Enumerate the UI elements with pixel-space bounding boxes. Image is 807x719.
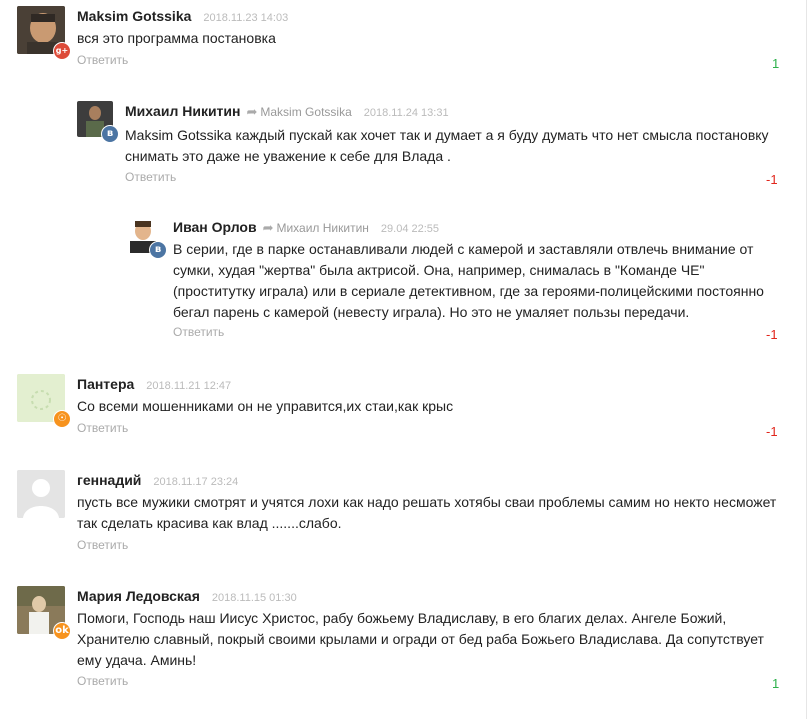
rating-value: -1 — [766, 424, 778, 439]
avatar[interactable] — [17, 470, 65, 518]
comment: в Михаил Никитин ➦ Maksim Gotssika 2018.11.… — [77, 101, 787, 196]
comment: ☉ Пантера 2018.11.21 12:47 Со всеми мошен… — [17, 374, 787, 444]
reply-button[interactable]: Ответить — [173, 325, 224, 339]
reply-to[interactable]: ➦ Maksim Gotssika — [246, 104, 352, 119]
comment-text: пусть все мужики смотрят и учятся лохи к… — [77, 494, 777, 531]
comment: геннадий 2018.11.17 23:24 пусть все мужик… — [17, 470, 787, 560]
reply-button[interactable]: Ответить — [77, 674, 128, 688]
comment-text: вся это программа постановка — [77, 30, 276, 46]
rating-value: -1 — [766, 327, 778, 342]
reply-arrow-icon: ➦ — [262, 220, 274, 235]
vk-icon: в — [149, 241, 167, 259]
comment-date: 29.04 22:55 — [380, 223, 440, 235]
reply-to-name: Михаил Никитин — [276, 221, 369, 235]
comment-date: 2018.11.21 12:47 — [146, 380, 232, 392]
rating-value: 1 — [772, 676, 780, 691]
author-name[interactable]: Иван Орлов — [173, 219, 257, 235]
author-name[interactable]: геннадий — [77, 472, 141, 488]
reply-button[interactable]: Ответить — [77, 538, 128, 552]
comment-date: 2018.11.15 01:30 — [211, 592, 297, 604]
comment-date: 2018.11.24 13:31 — [363, 107, 449, 119]
google-plus-icon: g+ — [53, 42, 71, 60]
comment-text: Maksim Gotssika каждый пускай как хочет … — [125, 127, 769, 164]
rating-value: 1 — [772, 56, 780, 71]
rating-value: -1 — [766, 172, 778, 187]
comment-text: В серии, где в парке останавливали людей… — [173, 241, 764, 320]
comment: g+ Maksim Gotssika 2018.11.23 14:03 вся э… — [17, 6, 787, 76]
comment-text: Помоги, Господь наш Иисус Христос, рабу … — [77, 610, 764, 668]
comment-date: 2018.11.17 23:24 — [153, 476, 239, 488]
comment: ok Мария Ледовская 2018.11.15 01:30 Помог… — [17, 586, 787, 696]
reply-button[interactable]: Ответить — [77, 53, 128, 67]
reply-arrow-icon: ➦ — [246, 104, 258, 119]
reply-button[interactable]: Ответить — [125, 170, 176, 184]
author-name[interactable]: Maksim Gotssika — [77, 8, 191, 24]
vk-icon: в — [101, 125, 119, 143]
odnoklassniki-icon: ok — [53, 622, 71, 640]
odnoklassniki-icon: ☉ — [53, 410, 71, 428]
comment: в Иван Орлов ➦ Михаил Никитин 29.04 22:55 В… — [125, 217, 787, 347]
author-name[interactable]: Пантера — [77, 376, 134, 392]
comment-text: Со всеми мошенниками он не управится,их … — [77, 398, 454, 414]
reply-to-name: Maksim Gotssika — [260, 105, 352, 119]
reply-button[interactable]: Ответить — [77, 421, 128, 435]
reply-to[interactable]: ➦ Михаил Никитин — [262, 220, 369, 235]
comment-date: 2018.11.23 14:03 — [203, 12, 289, 24]
author-name[interactable]: Мария Ледовская — [77, 588, 200, 604]
author-name[interactable]: Михаил Никитин — [125, 103, 240, 119]
